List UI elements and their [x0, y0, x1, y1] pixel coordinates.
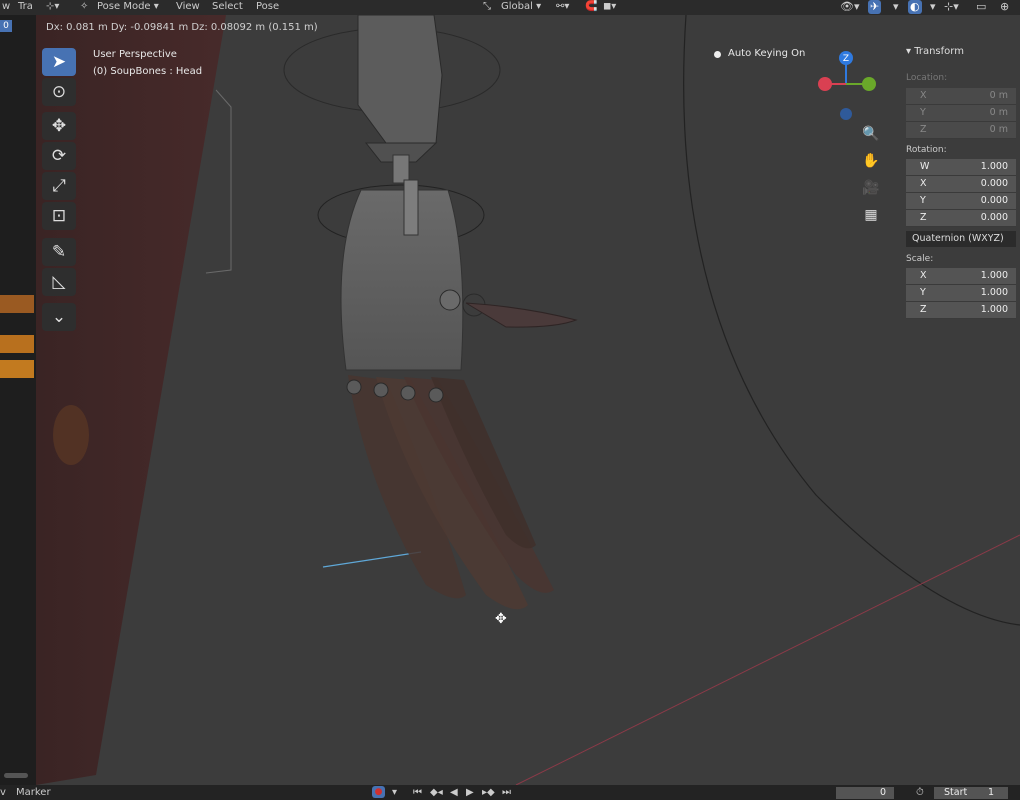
stopwatch-icon[interactable]: ⏱	[916, 785, 924, 800]
jump-start-icon[interactable]: ⏮	[413, 785, 422, 800]
overlay-toggle-icon[interactable]: ◐	[908, 0, 922, 14]
object-bone-label: (0) SoupBones : Head	[93, 66, 203, 77]
visibility-icon[interactable]: 👁▾	[840, 0, 860, 14]
mode-dropdown[interactable]: Pose Mode ▾	[97, 0, 159, 14]
rotation-mode-dropdown[interactable]: Quaternion (WXYZ)	[906, 231, 1016, 247]
xray-icon[interactable]: ⊹▾	[944, 0, 959, 14]
transform-orientation-icon: ⤡	[483, 1, 491, 12]
rotation-x-field[interactable]: X 0.000	[906, 176, 1016, 193]
hand-mesh	[340, 189, 464, 371]
menu-view[interactable]: View	[176, 0, 200, 14]
location-label: Location:	[906, 73, 948, 83]
editor-type-icon[interactable]: ⊹▾	[46, 0, 59, 14]
strip-row	[0, 360, 34, 378]
rotation-mode-label: Quaternion (WXYZ)	[912, 233, 1004, 244]
overlay-dropdown-icon[interactable]: ▾	[930, 0, 936, 14]
start-frame-value: 1	[988, 787, 995, 798]
auto-keying-dot	[714, 51, 721, 58]
menu-transform-partial[interactable]: Tra	[18, 0, 33, 14]
select-box-tool[interactable]: ➤	[42, 48, 76, 76]
proportional-edit-icon[interactable]: ◼▾	[603, 0, 616, 14]
play-reverse-icon[interactable]: ◀	[450, 785, 458, 800]
transform-panel-header[interactable]: ▾ Transform	[906, 46, 964, 57]
menu-pose[interactable]: Pose	[256, 0, 279, 14]
transform-status-readout: Dx: 0.081 m Dy: -0.09841 m Dz: 0.08092 m…	[46, 22, 318, 33]
move-cursor-icon: ✥	[495, 611, 507, 627]
zoom-icon[interactable]: 🔍	[860, 123, 882, 145]
adjacent-editor-strip: 0	[0, 15, 36, 785]
start-frame-label: Start	[944, 787, 968, 798]
next-keyframe-icon[interactable]: ▸◆	[482, 785, 495, 800]
scale-tool[interactable]: ⤢	[42, 172, 76, 200]
timeline-header: v Marker ● ▾ ⏮ ◆◂ ◀ ▶ ▸◆ ⏭ 0 ⏱ Start 1	[0, 785, 1020, 800]
gizmo-toggle-icon[interactable]: ✈	[868, 0, 882, 14]
prev-keyframe-icon[interactable]: ◆◂	[430, 785, 443, 800]
location-x-field[interactable]: X0 m	[906, 88, 1016, 105]
perspective-label: User Perspective	[93, 49, 177, 60]
pan-hand-icon[interactable]: ✋	[860, 150, 882, 172]
rotation-y-field[interactable]: Y 0.000	[906, 193, 1016, 210]
gizmo-z-label: Z	[843, 54, 849, 64]
menu-marker[interactable]: Marker	[16, 785, 51, 800]
annotate-tool[interactable]: ✎	[42, 238, 76, 266]
camera-view-icon[interactable]: 🎥	[860, 177, 882, 199]
cursor-tool[interactable]: ⊙	[42, 78, 76, 106]
jump-end-icon[interactable]: ⏭	[502, 785, 511, 800]
location-z-field[interactable]: Z0 m	[906, 122, 1016, 139]
play-icon[interactable]: ▶	[466, 785, 474, 800]
pivot-icon[interactable]: ⚯▾	[556, 0, 569, 14]
strip-row	[0, 295, 34, 313]
scale-x-field[interactable]: X 1.000	[906, 268, 1016, 285]
scale-label: Scale:	[906, 254, 934, 264]
measure-tool[interactable]: ◺	[42, 268, 76, 296]
strip-scrollbar[interactable]	[4, 773, 28, 778]
location-y-field[interactable]: Y0 m	[906, 105, 1016, 122]
rotate-tool[interactable]: ⟳	[42, 142, 76, 170]
gizmo-dropdown-icon[interactable]: ▾	[893, 0, 899, 14]
pose-mode-icon: ✧	[80, 1, 89, 12]
viewport-header: w Tra ⊹▾ ✧ Pose Mode ▾ View Select Pose …	[0, 0, 1020, 15]
navigation-gizmo[interactable]: Z	[811, 48, 881, 128]
menu-view-partial[interactable]: v	[0, 785, 6, 800]
scale-y-field[interactable]: Y 1.000	[906, 285, 1016, 302]
rotation-label: Rotation:	[906, 145, 947, 155]
transform-panel: ▾ Transform Location: X0 m Y0 m Z0 m Rot…	[900, 43, 1020, 333]
mode-label: Pose Mode	[97, 1, 151, 12]
start-frame-field[interactable]: Start 1	[934, 787, 1008, 799]
pose-tool[interactable]: ⌄	[42, 303, 76, 331]
move-tool[interactable]: ✥	[42, 112, 76, 140]
3d-viewport[interactable]: User Perspective (0) SoupBones : Head Au…	[36, 15, 1020, 785]
strip-row	[0, 335, 34, 353]
orientation-dropdown[interactable]: Global ▾	[501, 0, 541, 14]
snap-icon[interactable]: 🧲	[585, 0, 597, 14]
frame-indicator: 0	[0, 20, 12, 32]
transform-panel-title: Transform	[914, 46, 964, 57]
perspective-grid-icon[interactable]: ▦	[860, 204, 882, 226]
record-keyframe-icon[interactable]: ●	[372, 786, 385, 798]
menu-select[interactable]: Select	[212, 0, 243, 14]
orientation-label: Global	[501, 1, 533, 12]
transform-tool[interactable]: ⊡	[42, 202, 76, 230]
rotation-z-field[interactable]: Z 0.000	[906, 210, 1016, 227]
menu-view-partial[interactable]: w	[2, 0, 10, 14]
scale-z-field[interactable]: Z 1.000	[906, 302, 1016, 319]
wireframe-shading-icon[interactable]: ▭	[976, 0, 986, 14]
rotation-w-field[interactable]: W 1.000	[906, 159, 1016, 176]
auto-keying-label: Auto Keying On	[728, 48, 806, 59]
keying-dropdown-icon[interactable]: ▾	[392, 785, 397, 800]
current-frame-field[interactable]: 0	[836, 787, 894, 799]
solid-shading-icon[interactable]: ⊕	[1000, 0, 1009, 14]
